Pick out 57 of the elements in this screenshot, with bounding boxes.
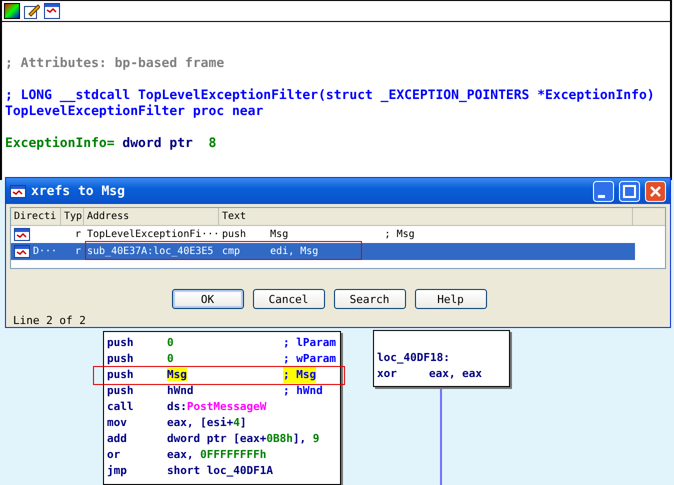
- window-title: xrefs to Msg: [31, 184, 126, 198]
- code-line: ExceptionInfo= dword ptr 8: [4, 136, 216, 152]
- table-cell-text: push Msg ; Msg: [221, 229, 416, 240]
- dialog-button[interactable]: Search: [334, 289, 406, 309]
- dialog-button[interactable]: OK: [172, 289, 244, 309]
- table-cell-text: sub_40E37A:loc_40E3E5: [86, 246, 214, 257]
- code-label: loc_40DF18:: [377, 350, 451, 366]
- mnemonic: mov: [107, 415, 128, 431]
- mnemonic: push: [107, 367, 134, 383]
- list-row[interactable]: r TopLevelExceptionFi··· push Msg ; Msg: [11, 226, 665, 243]
- table-cell-text: r: [74, 246, 82, 257]
- operand: ds:PostMessageW: [167, 399, 268, 415]
- mnemonic: xor: [377, 366, 398, 382]
- pencil-icon[interactable]: [24, 3, 40, 19]
- code-line: ; Attributes: bp-based frame: [4, 56, 224, 72]
- mnemonic: or: [107, 447, 122, 463]
- operand: 0: [167, 335, 175, 351]
- operand: eax, eax: [429, 366, 483, 382]
- operand: short loc_40DF1A: [167, 463, 274, 479]
- column-header[interactable]: Address: [84, 208, 219, 225]
- column-header[interactable]: Directi: [11, 208, 61, 225]
- xref-icon[interactable]: [10, 184, 26, 198]
- code-line: TopLevelExceptionFilter proc near: [4, 104, 264, 120]
- operand: dword ptr [eax+0B8h], 9: [167, 431, 320, 447]
- mnemonic: add: [107, 431, 128, 447]
- table-cell-text: TopLevelExceptionFi···: [86, 229, 219, 240]
- xref-icon[interactable]: [44, 3, 60, 19]
- list-row[interactable]: D··· r sub_40E37A:loc_40E3E5 cmp edi, Msg: [11, 243, 635, 260]
- code-comment: ; wParam: [283, 351, 336, 367]
- table-cell-text: r: [74, 229, 82, 240]
- maximize-icon[interactable]: [619, 180, 640, 202]
- operand: hWnd: [167, 383, 194, 399]
- xref-icon[interactable]: [14, 245, 30, 258]
- operand: 0: [167, 351, 175, 367]
- column-header[interactable]: Text: [219, 208, 633, 225]
- table-cell: D···: [33, 246, 58, 257]
- close-icon[interactable]: [645, 180, 666, 202]
- table-cell-text: cmp edi, Msg: [221, 246, 320, 257]
- dialog-button[interactable]: Cancel: [252, 289, 324, 309]
- column-header[interactable]: Typ: [61, 208, 84, 225]
- minimize-icon[interactable]: [593, 180, 614, 202]
- mnemonic: push: [107, 351, 134, 367]
- operand: eax, 0FFFFFFFFh: [167, 447, 268, 463]
- dialog-button[interactable]: Help: [414, 289, 486, 309]
- operand: Msg: [167, 367, 188, 383]
- status-text: Line 2 of 2: [12, 313, 87, 327]
- code-comment: ; Msg: [283, 367, 316, 383]
- mnemonic: push: [107, 383, 134, 399]
- mnemonic: call: [107, 399, 134, 415]
- code-line: ; LONG __stdcall TopLevelExceptionFilter(struct _EXCEPTION_POINTERS *ExceptionInfo): [4, 88, 655, 104]
- xref-icon[interactable]: [14, 228, 30, 241]
- mnemonic: push: [107, 335, 134, 351]
- operand: eax, [esi+4]: [167, 415, 248, 431]
- palette-icon[interactable]: [4, 3, 20, 19]
- code-comment: ; lParam: [283, 335, 336, 351]
- mnemonic: jmp: [107, 463, 128, 479]
- code-comment: ; hWnd: [283, 383, 323, 399]
